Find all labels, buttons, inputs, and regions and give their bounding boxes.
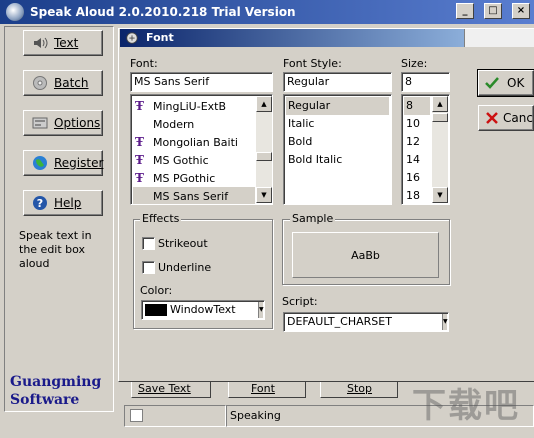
style-list-item[interactable]: Italic <box>286 115 389 133</box>
help-button-label: Help <box>54 196 82 210</box>
progress-bar <box>124 405 226 427</box>
scroll-thumb[interactable] <box>432 113 448 122</box>
effects-title: Effects <box>140 212 182 225</box>
font-name-input[interactable]: MS Sans Serif <box>130 72 273 92</box>
sample-title: Sample <box>290 212 336 225</box>
strikeout-label: Strikeout <box>158 237 208 250</box>
disc-icon <box>32 75 48 91</box>
scroll-up-arrow-icon[interactable]: ▲ <box>432 96 448 112</box>
options-button-label: Options <box>54 116 101 130</box>
font-label: Font: <box>130 57 158 70</box>
color-value: WindowText <box>170 303 236 316</box>
register-button[interactable]: Register <box>23 150 103 176</box>
size-list-item[interactable]: 14 <box>404 151 430 169</box>
truetype-icon: Ŧ <box>135 135 144 149</box>
size-list[interactable]: 8 10 12 14 16 18 ▲ ▼ <box>401 94 450 205</box>
watermark-logo: 下载吧 <box>412 386 520 426</box>
chevron-down-icon[interactable]: ▼ <box>258 302 264 318</box>
style-list-item-selected[interactable]: Regular <box>286 97 389 115</box>
size-list-item-selected[interactable]: 8 <box>404 97 430 115</box>
script-value: DEFAULT_CHARSET <box>287 315 392 328</box>
font-list-item[interactable]: ŦModern <box>133 115 255 133</box>
underline-label: Underline <box>158 261 212 274</box>
script-select[interactable]: DEFAULT_CHARSET ▼ <box>283 312 449 332</box>
speaker-icon <box>32 35 48 51</box>
progress-indicator <box>130 409 143 422</box>
strikeout-checkbox[interactable] <box>142 237 155 250</box>
brand-line-2: Software <box>10 392 80 408</box>
help-icon: ? <box>32 195 48 211</box>
truetype-icon: Ŧ <box>135 99 144 113</box>
color-label: Color: <box>140 284 173 297</box>
close-button[interactable]: × <box>512 3 530 19</box>
size-list-scrollbar[interactable]: ▲ ▼ <box>432 96 448 203</box>
check-icon <box>485 76 503 90</box>
svg-text:?: ? <box>37 197 43 210</box>
cancel-button[interactable]: Cance <box>478 105 534 131</box>
chevron-down-icon[interactable]: ▼ <box>442 314 448 330</box>
bottom-font-label: Font <box>251 381 275 395</box>
brand-logo-text: Guangming Software <box>10 373 114 409</box>
ok-button-label: OK <box>507 76 525 90</box>
scroll-down-arrow-icon[interactable]: ▼ <box>256 187 272 203</box>
options-button[interactable]: Options <box>23 110 103 136</box>
status-text: Speaking <box>230 409 281 422</box>
dialog-title-edge <box>464 29 534 47</box>
size-label: Size: <box>401 57 428 70</box>
register-button-label: Register <box>54 156 104 170</box>
truetype-icon: Ŧ <box>135 153 144 167</box>
batch-button[interactable]: Batch <box>23 70 103 96</box>
ok-button[interactable]: OK <box>477 69 534 97</box>
truetype-icon: Ŧ <box>135 171 144 185</box>
globe-icon <box>32 155 48 171</box>
size-list-item[interactable]: 12 <box>404 133 430 151</box>
text-button[interactable]: Text <box>23 30 103 56</box>
app-icon <box>6 3 24 21</box>
underline-checkbox[interactable] <box>142 261 155 274</box>
font-dialog-icon <box>124 30 140 46</box>
sample-text: AaBb <box>351 248 380 262</box>
color-swatch <box>145 304 167 316</box>
stop-label: Stop <box>347 381 373 395</box>
main-title-bar[interactable]: Speak Aloud 2.0.2010.218 Trial Version _… <box>0 0 534 24</box>
font-type-spacer: Ŧ <box>135 115 153 133</box>
font-style-input[interactable]: Regular <box>283 72 392 92</box>
scroll-thumb[interactable] <box>256 152 272 161</box>
font-dialog-title: Font <box>146 31 174 44</box>
help-button[interactable]: ? Help <box>23 190 103 216</box>
font-list-item[interactable]: Ŧ MingLiU-ExtB <box>133 97 255 115</box>
size-list-item[interactable]: 18 <box>404 187 430 204</box>
size-list-item[interactable]: 16 <box>404 169 430 187</box>
batch-button-label: Batch <box>54 76 89 90</box>
font-type-spacer: Ŧ <box>135 187 153 204</box>
font-list-item[interactable]: Ŧ Mongolian Baiti <box>133 133 255 151</box>
size-list-item[interactable]: 10 <box>404 115 430 133</box>
font-style-label: Font Style: <box>283 57 342 70</box>
minimize-button[interactable]: _ <box>456 3 474 19</box>
scroll-up-arrow-icon[interactable]: ▲ <box>256 96 272 112</box>
text-button-label: Text <box>54 36 79 50</box>
scroll-down-arrow-icon[interactable]: ▼ <box>432 187 448 203</box>
font-list-item-selected[interactable]: ŦMS Sans Serif <box>133 187 255 204</box>
maximize-button[interactable]: □ <box>484 3 502 19</box>
font-list-item[interactable]: Ŧ MS Gothic <box>133 151 255 169</box>
brand-line-1: Guangming <box>10 374 102 390</box>
style-list-item[interactable]: Bold Italic <box>286 151 389 169</box>
font-list-item[interactable]: Ŧ MS PGothic <box>133 169 255 187</box>
cancel-button-label: Cance <box>503 111 533 125</box>
script-label: Script: <box>282 295 318 308</box>
x-icon <box>485 111 499 125</box>
style-list-item[interactable]: Bold <box>286 133 389 151</box>
font-style-list[interactable]: Regular Italic Bold Bold Italic <box>283 94 392 205</box>
font-dialog-title-bar[interactable]: Font <box>120 29 534 47</box>
save-text-label: Save Text <box>138 381 191 395</box>
options-icon <box>32 115 48 131</box>
sidebar-description: Speak text in the edit box aloud <box>19 229 92 270</box>
font-list[interactable]: ŦMingLiU-ExtB ŦModern ŦMongolian Baiti Ŧ… <box>130 94 273 205</box>
color-select[interactable]: WindowText ▼ <box>141 300 265 320</box>
sample-preview: AaBb <box>292 232 439 278</box>
main-window-title: Speak Aloud 2.0.2010.218 Trial Version <box>30 5 296 19</box>
size-input[interactable]: 8 <box>401 72 450 92</box>
font-list-scrollbar[interactable]: ▲ ▼ <box>256 96 272 203</box>
